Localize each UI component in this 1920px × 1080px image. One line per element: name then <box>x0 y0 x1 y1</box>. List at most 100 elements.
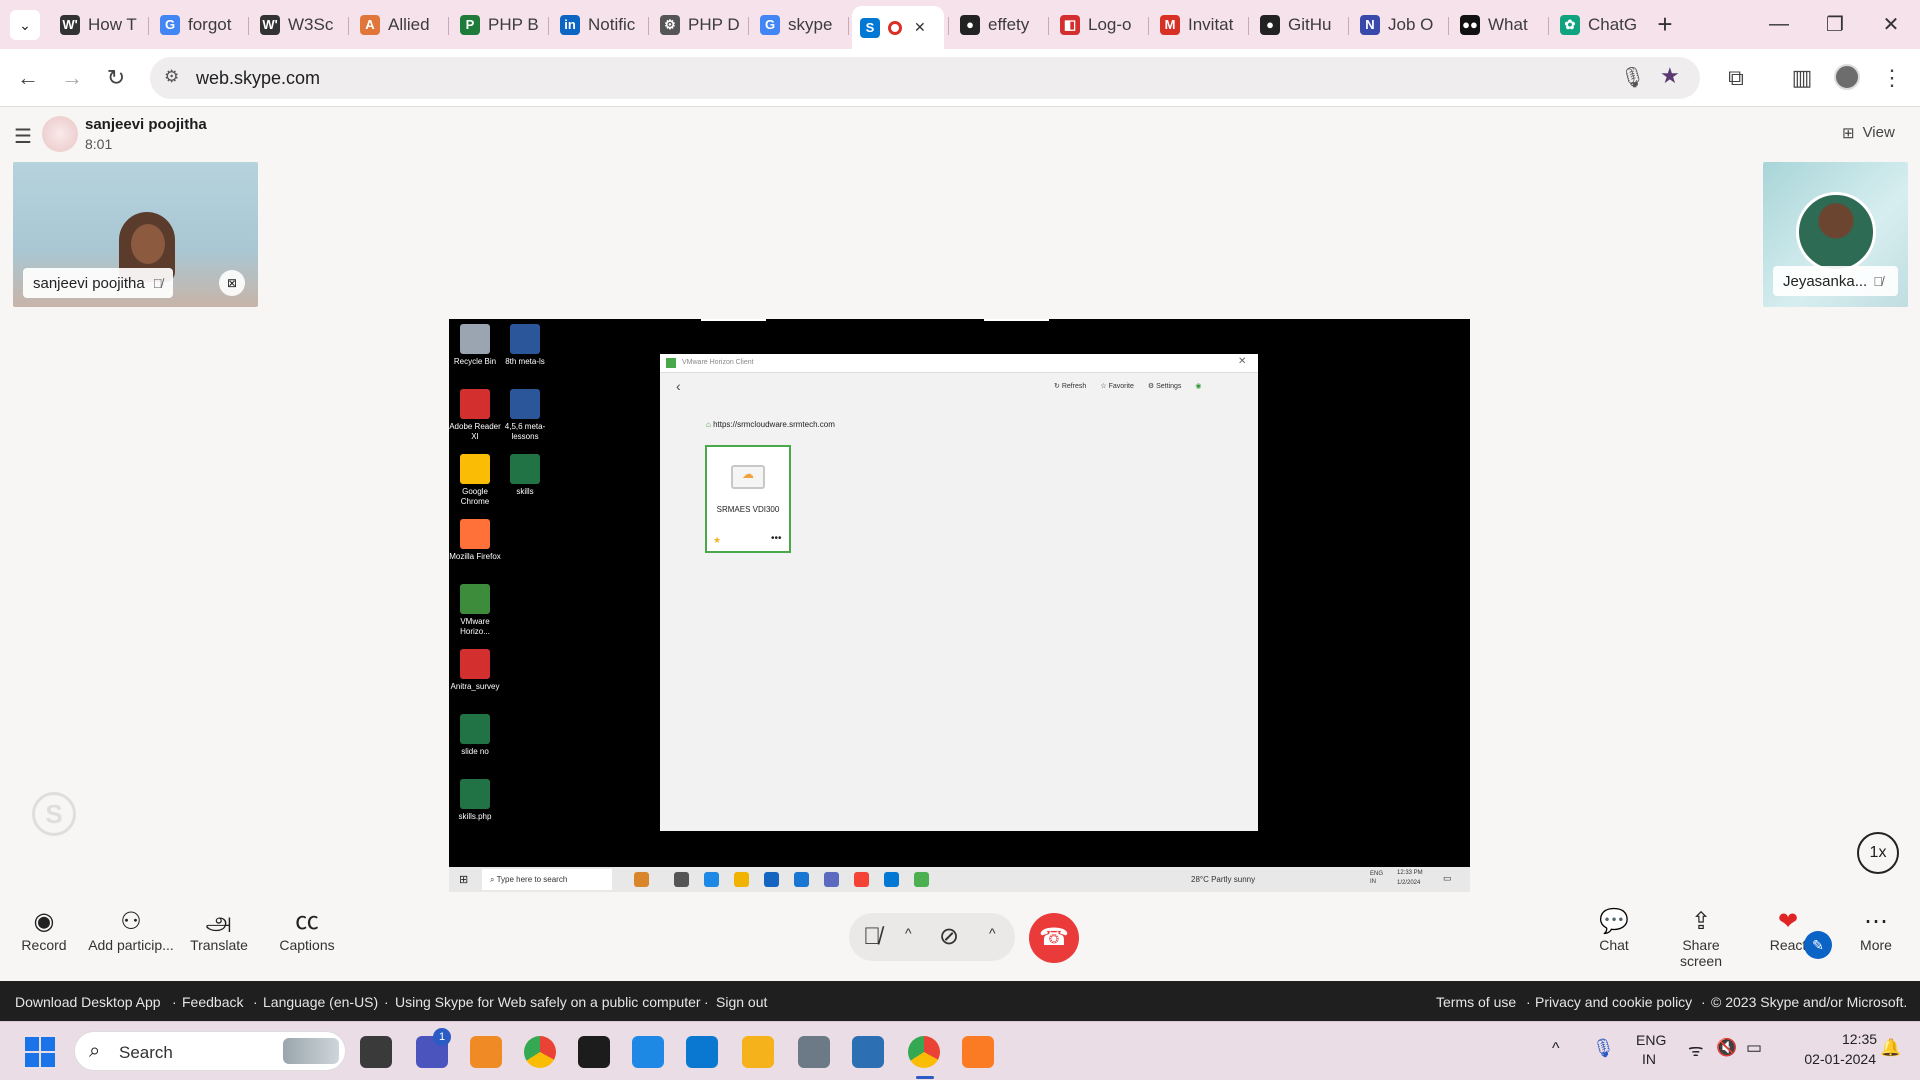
mic-options-chevron-icon[interactable]: ^ <box>905 925 912 941</box>
extensions-icon[interactable]: ⧉ <box>1720 62 1752 94</box>
tray-lang-bottom[interactable]: IN <box>1642 1051 1656 1067</box>
remote-taskbar-app-icon[interactable] <box>634 872 649 887</box>
playback-speed-button[interactable]: 1x <box>1857 832 1899 874</box>
video-off-button[interactable]: ⊘ <box>939 922 959 951</box>
tray-microphone-icon[interactable]: 🎙 <box>1592 1038 1615 1059</box>
remote-taskbar-app-icon[interactable] <box>704 872 719 887</box>
browser-tab[interactable]: ⚙ PHP D <box>652 8 744 41</box>
record-button[interactable]: ◉ Record <box>14 907 74 953</box>
view-button[interactable]: ⊞ View <box>1842 124 1895 142</box>
desktop-icon[interactable]: 8th meta-ls <box>499 324 551 367</box>
more-button[interactable]: ⋯ More <box>1854 907 1898 953</box>
taskbar-search-box[interactable]: ⌕ Search <box>74 1031 346 1071</box>
browser-tab[interactable]: ✿ ChatG <box>1552 8 1644 41</box>
share-screen-button[interactable]: ⇪ Share screen <box>1660 907 1742 969</box>
desktop-icon[interactable]: Mozilla Firefox <box>449 519 501 562</box>
browser-menu-icon[interactable]: ⋮ <box>1876 62 1908 94</box>
clock-date[interactable]: 02-01-2024 <box>1786 1051 1876 1067</box>
battery-icon[interactable]: ▭ <box>1746 1038 1762 1058</box>
browser-tab[interactable]: S ✕ <box>852 6 944 49</box>
calculator-icon[interactable] <box>852 1036 884 1068</box>
terms-link[interactable]: Terms of use <box>1436 994 1516 1010</box>
refresh-button[interactable]: ↻ Refresh <box>1054 382 1086 390</box>
tray-chevron-icon[interactable]: ^ <box>1552 1040 1560 1058</box>
vmware-back-icon[interactable]: ‹ <box>676 378 681 394</box>
file-explorer-icon[interactable] <box>742 1036 774 1068</box>
speaker-muted-icon[interactable]: 🔇 <box>1716 1038 1737 1058</box>
vmware-close-icon[interactable]: ✕ <box>1238 356 1246 367</box>
sidepanel-icon[interactable]: ▥ <box>1786 62 1818 94</box>
browser-tab[interactable]: N Job O <box>1352 8 1444 41</box>
desktop-icon[interactable]: Google Chrome <box>449 454 501 507</box>
browser-tab[interactable]: M Invitat <box>1152 8 1244 41</box>
forward-button[interactable]: → <box>56 62 88 94</box>
translate-button[interactable]: அ Translate <box>186 907 252 953</box>
notification-bell-icon[interactable]: 🔔 <box>1880 1038 1901 1058</box>
remote-start-icon[interactable]: ⊞ <box>459 873 468 886</box>
desktop-icon[interactable]: VMware Horizo... <box>449 584 501 637</box>
remote-taskbar-app-icon[interactable] <box>824 872 839 887</box>
chat-button[interactable]: 💬 Chat <box>1592 907 1636 953</box>
safety-link[interactable]: Using Skype for Web safely on a public c… <box>395 994 701 1010</box>
browser-tab[interactable]: ◧ Log-o <box>1052 8 1144 41</box>
new-tab-button[interactable]: + <box>1650 10 1680 40</box>
video-options-chevron-icon[interactable]: ^ <box>989 925 996 941</box>
tab-search-button[interactable]: ⌄ <box>10 10 40 40</box>
desktop-icon[interactable]: 4,5,6 meta-lessons <box>499 389 551 442</box>
remote-taskbar-app-icon[interactable] <box>914 872 929 887</box>
feedback-link[interactable]: Feedback <box>182 994 243 1010</box>
hamburger-menu-icon[interactable]: ☰ <box>14 124 32 149</box>
close-tab-icon[interactable]: ✕ <box>914 19 926 36</box>
desktop-icon[interactable]: Anitra_survey <box>449 649 501 692</box>
captions-button[interactable]: ㏄ Captions <box>272 907 342 953</box>
profile-avatar[interactable] <box>1834 64 1860 90</box>
terminal-icon[interactable] <box>578 1036 610 1068</box>
remote-desktop-icon[interactable] <box>632 1036 664 1068</box>
restore-button[interactable]: ❐ <box>1806 0 1864 49</box>
chrome-active-icon[interactable] <box>908 1036 940 1068</box>
browser-tab[interactable]: W' How T <box>52 8 144 41</box>
edit-pencil-icon[interactable]: ✎ <box>1804 931 1832 959</box>
desktop-icon[interactable]: Adobe Reader XI <box>449 389 501 442</box>
browser-tab[interactable]: P PHP B <box>452 8 544 41</box>
minimize-button[interactable]: — <box>1750 0 1808 49</box>
download-link[interactable]: Download Desktop App <box>15 994 161 1010</box>
browser-tab[interactable]: ●● What <box>1452 8 1544 41</box>
favorite-star-icon[interactable]: ★ <box>713 535 721 546</box>
remote-taskbar-app-icon[interactable] <box>854 872 869 887</box>
wifi-icon[interactable]: ᯤ <box>1688 1038 1704 1061</box>
browser-tab[interactable]: Gforgot <box>152 8 244 41</box>
clock-time[interactable]: 12:35 <box>1842 1031 1877 1047</box>
remote-taskbar-app-icon[interactable] <box>674 872 689 887</box>
desktop-icon[interactable]: slide no <box>449 714 501 757</box>
remote-taskbar-app-icon[interactable] <box>794 872 809 887</box>
participant-tile-left[interactable]: sanjeevi poojitha 🎙̸ ⊠ <box>13 162 258 307</box>
windows-start-icon[interactable] <box>25 1037 55 1067</box>
participant-tile-right[interactable]: Jeyasanka... 🎙̸ <box>1763 162 1908 307</box>
end-call-button[interactable]: ☎ <box>1029 913 1079 963</box>
vscode-icon[interactable] <box>686 1036 718 1068</box>
add-participants-button[interactable]: ⚇ Add particip... <box>86 907 176 953</box>
remote-taskbar-app-icon[interactable] <box>884 872 899 887</box>
reload-button[interactable]: ↻ <box>100 62 132 94</box>
sign-out-link[interactable]: Sign out <box>716 994 767 1010</box>
desktop-icon[interactable]: skills <box>499 454 551 497</box>
sublime-icon[interactable] <box>470 1036 502 1068</box>
remote-notification-icon[interactable]: ▭ <box>1443 873 1452 884</box>
mic-muted-button[interactable]: 🎙̸ <box>863 923 881 951</box>
xampp-icon[interactable] <box>962 1036 994 1068</box>
desktop-icon[interactable]: Recycle Bin <box>449 324 501 367</box>
desktop-tile[interactable]: ☁ SRMAES VDI300 ★ ••• <box>705 445 791 553</box>
settings-icon[interactable] <box>798 1036 830 1068</box>
remote-taskbar-app-icon[interactable] <box>764 872 779 887</box>
settings-button[interactable]: ⚙ Settings <box>1148 382 1182 390</box>
omnibox[interactable]: ⚙ web.skype.com 🎙 ★ <box>150 57 1700 99</box>
tray-lang-top[interactable]: ENG <box>1636 1032 1666 1048</box>
browser-tab[interactable]: in Notific <box>552 8 644 41</box>
task-view-icon[interactable] <box>360 1036 392 1068</box>
back-button[interactable]: ← <box>12 62 44 94</box>
favorite-button[interactable]: ☆ Favorite <box>1100 382 1134 390</box>
unpin-icon[interactable]: ⊠ <box>219 270 245 296</box>
close-window-button[interactable]: ✕ <box>1862 0 1920 49</box>
browser-tab[interactable]: A Allied <box>352 8 444 41</box>
